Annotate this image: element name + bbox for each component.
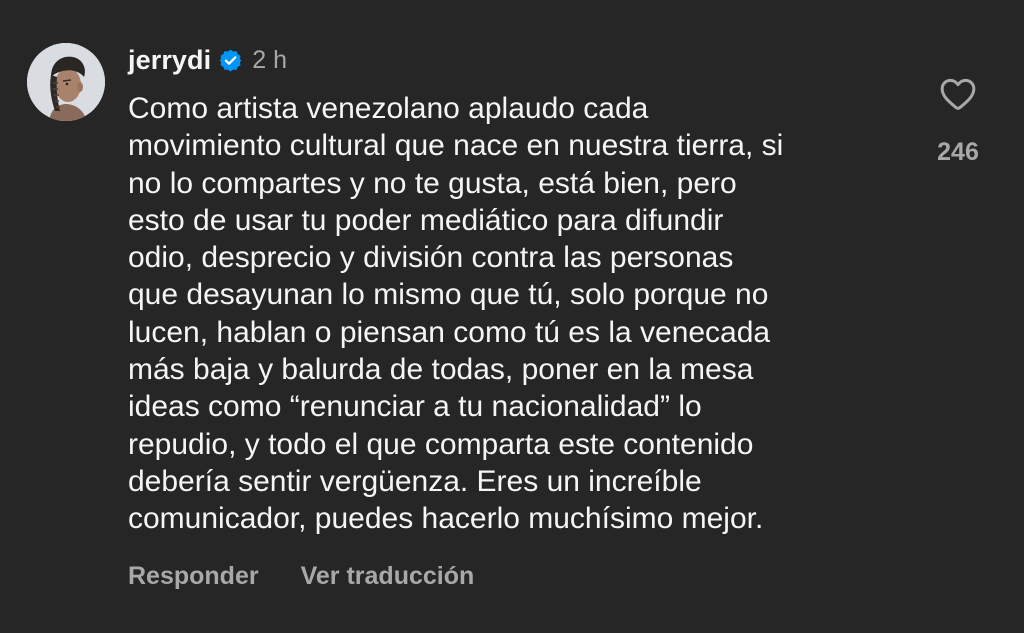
comment-line: más baja y balurda de todas, poner en la… bbox=[128, 353, 754, 387]
comment-line: repudio, y todo el que comparta este con… bbox=[128, 427, 754, 461]
comment-text: Como artista venezolano aplaudo cada mov… bbox=[128, 90, 898, 538]
username[interactable]: jerrydi bbox=[128, 45, 211, 76]
comment-line: no lo compartes y no te gusta, está bien… bbox=[128, 166, 737, 200]
profile-photo bbox=[27, 43, 105, 121]
comment-actions: Responder Ver traducción bbox=[128, 562, 474, 591]
comment-line: Como artista venezolano aplaudo cada bbox=[128, 92, 649, 125]
comment-header: jerrydi 2 h bbox=[128, 42, 287, 78]
verified-badge-icon bbox=[218, 48, 243, 73]
comment-line: que desayunan lo mismo que tú, solo porq… bbox=[128, 278, 769, 312]
avatar[interactable] bbox=[27, 43, 105, 121]
comment-line: ideas como “renunciar a tu nacionalidad”… bbox=[128, 390, 702, 424]
comment: jerrydi 2 h Como artista venezolano apla… bbox=[0, 0, 1024, 633]
comment-line: comunicador, puedes hacerlo muchísimo me… bbox=[128, 502, 764, 536]
reply-button[interactable]: Responder bbox=[128, 562, 259, 591]
comment-line: lucen, hablan o piensan como tú es la ve… bbox=[128, 315, 771, 349]
like-count: 246 bbox=[937, 138, 979, 166]
timestamp: 2 h bbox=[252, 45, 288, 74]
translate-button[interactable]: Ver traducción bbox=[301, 562, 475, 591]
comment-line: movimiento cultural que nace en nuestra … bbox=[128, 129, 784, 163]
comment-line: odio, desprecio y división contra las pe… bbox=[128, 241, 734, 275]
comment-line: esto de usar tu poder mediático para dif… bbox=[128, 203, 724, 237]
comment-line: debería sentir vergüenza. Eres un increí… bbox=[128, 464, 702, 498]
like-control: 246 bbox=[929, 74, 987, 167]
heart-icon[interactable] bbox=[938, 74, 978, 114]
